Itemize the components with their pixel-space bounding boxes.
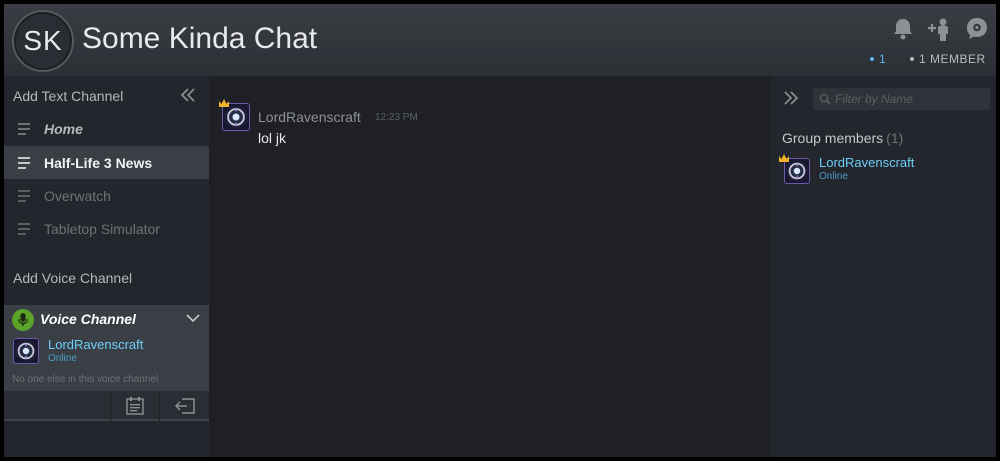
members-heading: Group members (1) xyxy=(782,130,904,146)
add-friend-icon[interactable] xyxy=(926,16,952,42)
filter-input[interactable] xyxy=(835,92,985,106)
members-panel: Group members(1) LordRavenscraft Online xyxy=(770,76,996,457)
member-count: 1 MEMBER xyxy=(910,52,986,66)
crown-icon xyxy=(219,99,229,107)
channel-label: Tabletop Simulator xyxy=(44,220,160,237)
channel-item-half-life-3-news[interactable]: Half-Life 3 News xyxy=(4,146,209,179)
settings-icon[interactable] xyxy=(964,16,990,42)
channel-label: Half-Life 3 News xyxy=(44,154,153,171)
microphone-icon xyxy=(12,309,34,331)
voice-notes-button[interactable] xyxy=(110,391,158,421)
chevron-down-icon[interactable] xyxy=(185,311,201,325)
group-avatar[interactable]: SK xyxy=(12,10,74,72)
collapse-sidebar-icon[interactable] xyxy=(179,86,197,104)
channel-item-home[interactable]: Home xyxy=(4,112,209,145)
voice-channel-panel: Voice Channel LordRavenscraft Online No … xyxy=(4,305,209,391)
leave-voice-button[interactable] xyxy=(159,391,209,421)
voice-channel-note: No one else in this voice channel xyxy=(12,374,159,385)
voice-user-name[interactable]: LordRavenscraft xyxy=(48,337,143,352)
online-count: 1 xyxy=(870,52,886,66)
channel-icon xyxy=(18,156,30,169)
message-text: lol jk xyxy=(258,130,287,146)
voice-user-avatar[interactable] xyxy=(13,338,39,364)
group-title: Some Kinda Chat xyxy=(82,22,318,55)
message-author[interactable]: LordRavenscraft xyxy=(258,109,361,125)
channel-item-tabletop-simulator[interactable]: Tabletop Simulator xyxy=(4,212,209,245)
chat-window: SK Some Kinda Chat 1 1 MEMBER Add Text C… xyxy=(0,0,1000,461)
message-author-avatar[interactable] xyxy=(222,103,250,131)
channel-icon xyxy=(18,189,30,202)
voice-user-status: Online xyxy=(48,353,77,364)
channel-icon xyxy=(18,122,30,135)
channel-label: Overwatch xyxy=(44,187,111,204)
chat-header: SK Some Kinda Chat 1 1 MEMBER xyxy=(4,4,996,76)
add-voice-channel-button[interactable]: Add Voice Channel xyxy=(13,270,132,286)
notes-icon xyxy=(125,397,144,415)
voice-toolbar xyxy=(4,391,209,421)
search-icon xyxy=(819,93,831,105)
leave-icon xyxy=(174,398,195,414)
channel-sidebar: Add Text Channel Home Half-Life 3 News O… xyxy=(4,76,209,457)
chat-area: LordRavenscraft 12:23 PM lol jk xyxy=(209,76,770,457)
member-status: Online xyxy=(819,171,848,182)
voice-channel-title[interactable]: Voice Channel xyxy=(40,311,136,327)
add-text-channel-button[interactable]: Add Text Channel xyxy=(13,88,123,104)
member-name[interactable]: LordRavenscraft xyxy=(819,155,914,170)
message-timestamp: 12:23 PM xyxy=(375,112,418,123)
channel-label: Home xyxy=(44,120,83,137)
bell-icon[interactable] xyxy=(890,16,916,42)
channel-icon xyxy=(18,222,30,235)
crown-icon xyxy=(779,154,789,162)
channel-item-overwatch[interactable]: Overwatch xyxy=(4,179,209,212)
collapse-members-icon[interactable] xyxy=(782,89,800,107)
member-filter xyxy=(813,88,990,110)
